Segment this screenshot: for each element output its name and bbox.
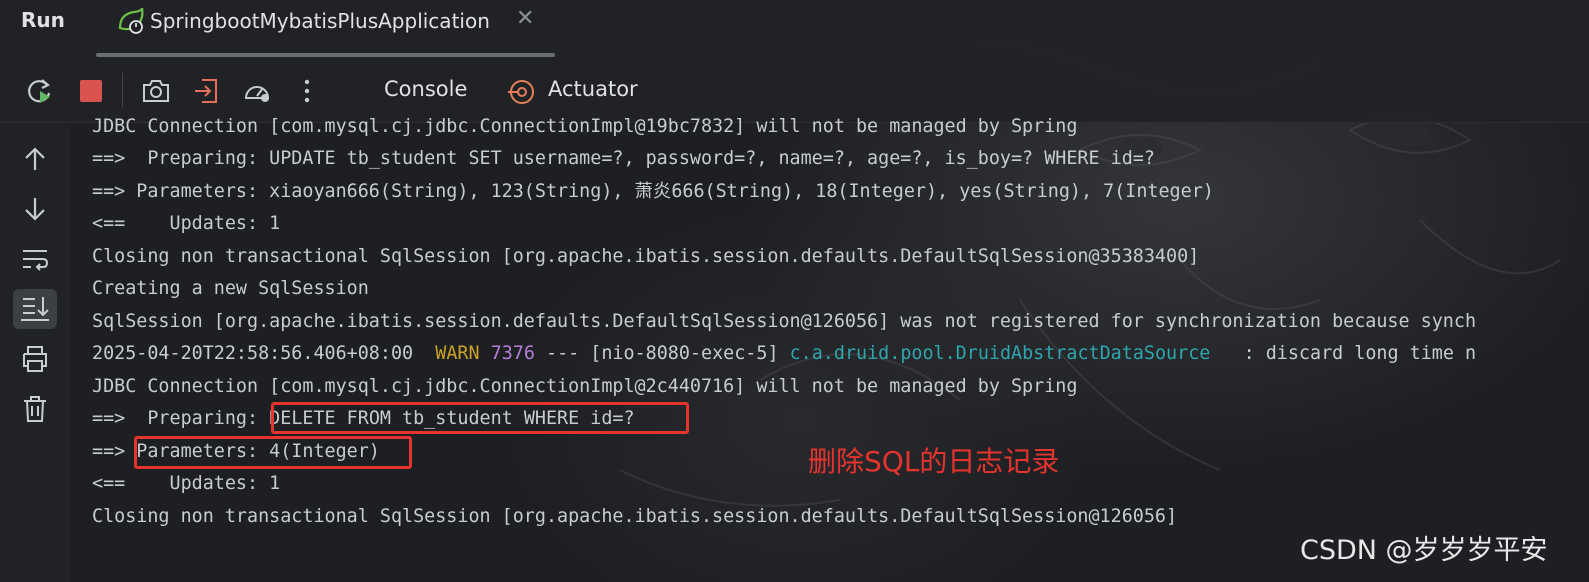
log-timestamp: 2025-04-20T22:58:56.406+08:00 — [92, 343, 414, 364]
stop-icon[interactable] — [76, 76, 106, 106]
log-pid: 7376 — [490, 343, 535, 364]
tab-console[interactable]: Console — [384, 77, 467, 101]
highlight-box-params — [134, 436, 412, 469]
profiler-icon[interactable] — [242, 76, 272, 106]
watermark: CSDN @岁岁岁平安 — [1300, 535, 1548, 566]
log-prefix: ==> — [92, 441, 126, 462]
soft-wrap-icon[interactable] — [19, 243, 51, 275]
run-configuration-tab[interactable]: SpringbootMybatisPlusApplication ✕ — [96, 0, 555, 58]
log-line: JDBC Connection [com.mysql.cj.jdbc.Conne… — [92, 116, 1078, 137]
active-tab-indicator — [96, 53, 555, 57]
log-line: JDBC Connection [com.mysql.cj.jdbc.Conne… — [92, 376, 1078, 397]
log-logger[interactable]: c.a.druid.pool.DruidAbstractDataSource — [790, 343, 1211, 364]
tab-actuator[interactable]: Actuator — [548, 77, 638, 101]
print-icon[interactable] — [19, 343, 51, 375]
run-tab-bar: Run SpringbootMybatisPlusApplication ✕ — [0, 0, 1589, 58]
log-prefix: ==> Preparing: — [92, 408, 259, 429]
log-message: : discard long time n — [1243, 343, 1477, 364]
export-icon[interactable] — [192, 76, 222, 106]
log-line-warn: 2025-04-20T22:58:56.406+08:00 WARN 7376 … — [92, 341, 1476, 367]
screenshot-icon[interactable] — [141, 76, 171, 106]
highlight-box-sql — [271, 402, 689, 434]
log-line: Closing non transactional SqlSession [or… — [92, 506, 1178, 527]
spring-boot-app-icon — [118, 7, 144, 34]
log-thread: --- [nio-8080-exec-5] — [546, 343, 779, 364]
log-line: <== Updates: 1 — [92, 213, 281, 234]
clear-icon[interactable] — [19, 393, 51, 425]
console-output[interactable]: JDBC Connection [com.mysql.cj.jdbc.Conne… — [92, 114, 1589, 582]
actuator-icon — [508, 80, 534, 104]
log-level: WARN — [435, 343, 480, 364]
log-line: Closing non transactional SqlSession [or… — [92, 246, 1200, 267]
annotation-label: 删除SQL的日志记录 — [808, 445, 1060, 478]
log-line: ==> Parameters: xiaoyan666(String), 123(… — [92, 181, 1214, 202]
tab-title: SpringbootMybatisPlusApplication — [150, 9, 490, 33]
run-label: Run — [21, 8, 65, 32]
scroll-up-icon[interactable] — [19, 143, 51, 175]
scroll-down-icon[interactable] — [19, 193, 51, 225]
log-line: SqlSession [org.apache.ibatis.session.de… — [92, 311, 1477, 332]
console-side-toolbar — [0, 123, 70, 582]
scroll-to-end-icon[interactable] — [13, 289, 57, 329]
rerun-icon[interactable] — [25, 76, 55, 106]
toolbar-separator — [122, 73, 123, 107]
close-icon[interactable]: ✕ — [516, 6, 534, 31]
log-line: <== Updates: 1 — [92, 473, 281, 494]
log-line: Creating a new SqlSession — [92, 278, 369, 299]
more-icon[interactable] — [292, 76, 322, 106]
run-tool-window: Run SpringbootMybatisPlusApplication ✕ C… — [0, 0, 1589, 582]
log-line: ==> Preparing: UPDATE tb_student SET use… — [92, 148, 1155, 169]
